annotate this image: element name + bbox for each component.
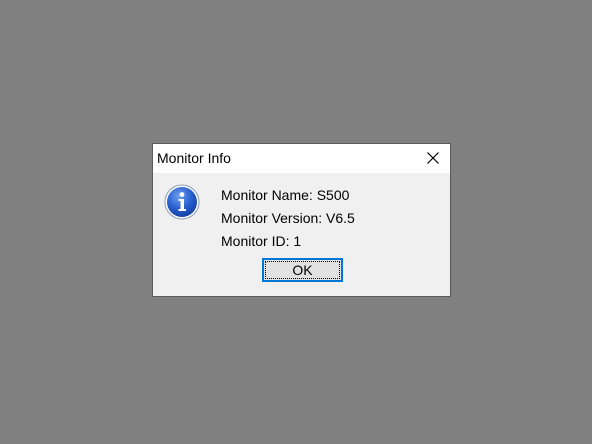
monitor-info-dialog: Monitor Info Monitor Name: S500 Monitor … bbox=[152, 143, 451, 297]
close-button[interactable] bbox=[416, 144, 450, 173]
ok-button-label: OK bbox=[292, 262, 313, 278]
dialog-titlebar[interactable]: Monitor Info bbox=[153, 144, 450, 173]
information-icon bbox=[164, 184, 200, 220]
monitor-name-text: Monitor Name: S500 bbox=[221, 187, 350, 203]
close-icon bbox=[427, 152, 439, 164]
dialog-title: Monitor Info bbox=[157, 150, 231, 166]
monitor-version-text: Monitor Version: V6.5 bbox=[221, 210, 355, 226]
monitor-id-text: Monitor ID: 1 bbox=[221, 233, 302, 249]
ok-button[interactable]: OK bbox=[262, 258, 343, 282]
